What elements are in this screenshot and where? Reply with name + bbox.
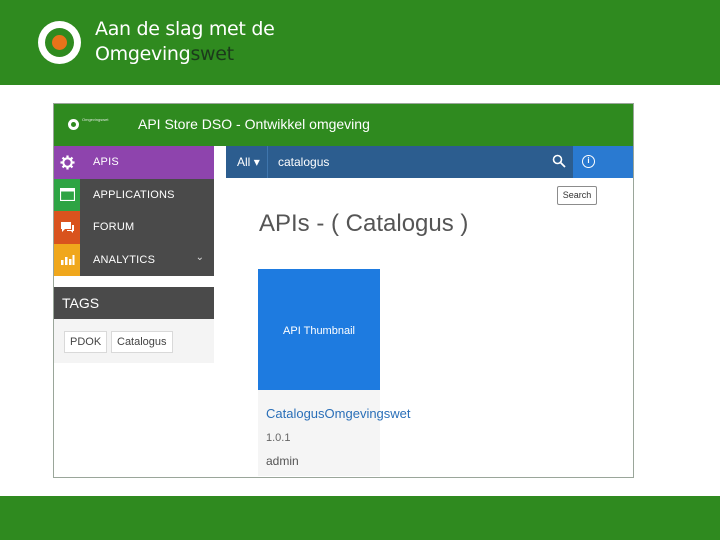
sidebar: APIS APPLICATIONS FORUM ANALYTICS ⌄ (54, 146, 214, 276)
gear-icon (54, 146, 80, 179)
slide-title-line1: Aan de slag met de (95, 18, 275, 40)
tags-panel: PDOK Catalogus (54, 319, 214, 363)
search-button[interactable]: Search (557, 186, 597, 205)
api-store-window: Omgevingswet API Store DSO - Ontwikkel o… (53, 103, 634, 478)
search-icon[interactable] (552, 154, 566, 168)
chat-icon (54, 211, 80, 244)
caret-down-icon: ▾ (253, 155, 260, 169)
app-logo-text: Omgevingswet (82, 117, 109, 122)
info-panel-toggle[interactable]: i (573, 146, 633, 178)
sidebar-item-label: APPLICATIONS (93, 188, 175, 201)
sidebar-item-label: APIS (93, 156, 119, 168)
api-name-link[interactable]: CatalogusOmgevingswet (266, 406, 411, 421)
tags-header: TAGS (54, 287, 214, 319)
omgevingswet-logo-icon (38, 21, 81, 64)
api-owner: admin (266, 454, 299, 468)
sidebar-item-apis[interactable]: APIS (54, 146, 214, 179)
slide-title-line2: Omgevingswet (95, 43, 234, 65)
search-bar: All ▾ catalogus i (226, 146, 633, 178)
api-version: 1.0.1 (266, 432, 291, 444)
sidebar-item-label: ANALYTICS (93, 253, 156, 266)
sidebar-item-applications[interactable]: APPLICATIONS (54, 178, 214, 211)
app-topbar: Omgevingswet API Store DSO - Ontwikkel o… (54, 104, 633, 146)
chevron-down-icon[interactable]: ⌄ (196, 252, 204, 263)
search-input[interactable]: catalogus (278, 155, 329, 169)
slide-header: Aan de slag met de Omgevingswet (0, 0, 720, 85)
slide-title: Aan de slag met de Omgevingswet (95, 17, 275, 67)
sidebar-item-label: FORUM (93, 221, 135, 233)
slide-footer (0, 496, 720, 540)
page-title: APIs - ( Catalogus ) (259, 210, 469, 237)
info-icon: i (582, 155, 595, 168)
tag-pdok[interactable]: PDOK (64, 331, 108, 353)
sidebar-item-analytics[interactable]: ANALYTICS ⌄ (54, 243, 214, 276)
window-icon (54, 178, 80, 211)
search-scope-dropdown[interactable]: All ▾ (226, 146, 268, 178)
tag-catalogus[interactable]: Catalogus (111, 331, 173, 353)
sidebar-item-forum[interactable]: FORUM (54, 211, 214, 244)
api-thumbnail[interactable]: API Thumbnail (258, 269, 380, 390)
api-card[interactable]: API Thumbnail CatalogusOmgevingswet 1.0.… (258, 269, 411, 476)
bar-chart-icon (54, 243, 80, 276)
app-logo-icon[interactable] (68, 119, 79, 130)
app-title[interactable]: API Store DSO - Ontwikkel omgeving (138, 116, 370, 132)
